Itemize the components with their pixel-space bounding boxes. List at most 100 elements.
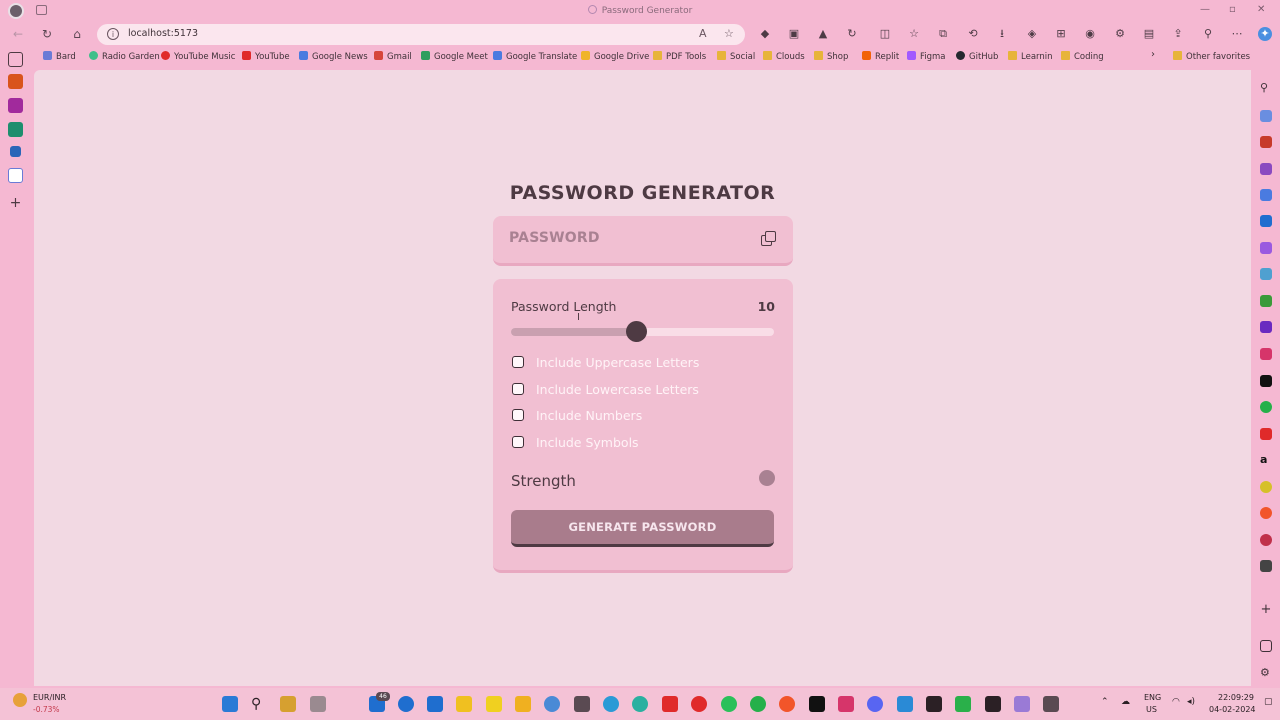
discord-icon[interactable] <box>8 168 23 183</box>
copy-icon[interactable] <box>761 231 777 247</box>
search-icon[interactable]: ⚲ <box>251 696 267 712</box>
add-icon[interactable]: + <box>8 196 23 211</box>
outlook-icon[interactable] <box>1260 215 1272 227</box>
extension-icon[interactable]: ▣ <box>787 27 801 41</box>
address-bar[interactable]: i localhost:5173 A ☆ <box>97 24 745 45</box>
tab-list-icon[interactable] <box>8 52 23 67</box>
share-icon[interactable]: ⇪ <box>1171 27 1185 41</box>
edge-icon[interactable] <box>603 696 619 712</box>
whatsapp-icon[interactable] <box>750 696 766 712</box>
minimize-icon[interactable]: — <box>1200 4 1210 15</box>
clock-time[interactable]: 22:09:29 <box>1218 693 1254 702</box>
notifications-icon[interactable]: ▢ <box>1264 697 1273 707</box>
other-favorites-folder[interactable]: Other favorites <box>1173 51 1250 62</box>
app-icon[interactable] <box>721 696 737 712</box>
ticker-name[interactable]: EUR/INR <box>33 693 66 702</box>
extension-icon[interactable]: ⚙ <box>1113 27 1127 41</box>
app-icon[interactable] <box>515 696 531 712</box>
app-icon[interactable] <box>1260 268 1272 280</box>
bookmark-folder[interactable]: Learnin <box>1008 51 1053 62</box>
wifi-icon[interactable]: ◠ <box>1172 697 1180 707</box>
app-icon[interactable] <box>1260 481 1272 493</box>
copilot-icon[interactable]: ✦ <box>1258 27 1272 41</box>
settings-gear-icon[interactable]: ⚙ <box>1260 667 1272 679</box>
tiktok-icon[interactable] <box>809 696 825 712</box>
app-icon[interactable] <box>1043 696 1059 712</box>
app-icon[interactable] <box>1260 242 1272 254</box>
bookmark-folder[interactable]: Coding <box>1061 51 1104 62</box>
history-icon[interactable]: ⟲ <box>966 27 980 41</box>
instagram-icon[interactable] <box>838 696 854 712</box>
start-icon[interactable] <box>222 696 238 712</box>
collections-icon[interactable]: ⧉ <box>936 27 950 41</box>
sidebar-toggle-icon[interactable] <box>1260 640 1272 652</box>
instagram-icon[interactable] <box>1260 348 1272 360</box>
bookmark-item[interactable]: Google Drive <box>581 51 649 62</box>
generate-password-button[interactable]: GENERATE PASSWORD <box>511 510 774 547</box>
volume-icon[interactable]: ◂) <box>1187 697 1195 707</box>
app-icon[interactable] <box>544 696 560 712</box>
youtube-icon[interactable] <box>662 696 678 712</box>
youtube-icon[interactable] <box>1260 428 1272 440</box>
url-text[interactable]: localhost:5173 <box>128 28 198 39</box>
bookmark-folder[interactable]: Clouds <box>763 51 805 62</box>
app-icon[interactable] <box>1260 136 1272 148</box>
favorite-star-icon[interactable]: ☆ <box>724 27 734 40</box>
extension-icon[interactable]: ▲ <box>816 27 830 41</box>
extensions-icon[interactable]: ⊞ <box>1054 27 1068 41</box>
app-icon[interactable] <box>1260 189 1272 201</box>
downloads-icon[interactable]: ⭳ <box>995 27 1009 41</box>
app-icon[interactable] <box>280 696 296 712</box>
slider-thumb[interactable] <box>625 321 647 342</box>
bookmark-item[interactable]: Replit <box>862 51 899 62</box>
chatgpt-icon[interactable] <box>1260 560 1272 572</box>
numbers-checkbox[interactable] <box>512 409 524 421</box>
onenote-icon[interactable] <box>1260 321 1272 333</box>
bookmark-folder[interactable]: PDF Tools <box>653 51 706 62</box>
app-icon[interactable] <box>574 696 590 712</box>
youtube-music-icon[interactable] <box>691 696 707 712</box>
bookmark-item[interactable]: Gmail <box>374 51 412 62</box>
add-icon[interactable]: + <box>1260 603 1272 616</box>
vscode-icon[interactable] <box>897 696 913 712</box>
refresh-icon[interactable]: ↻ <box>39 26 55 42</box>
app-icon[interactable] <box>1260 110 1272 122</box>
reddit-icon[interactable] <box>1260 507 1272 519</box>
bookmark-folder[interactable]: Social <box>717 51 755 62</box>
favorites-icon[interactable]: ☆ <box>907 27 921 41</box>
tray-chevron-up-icon[interactable]: ⌃ <box>1101 697 1109 707</box>
amazon-icon[interactable]: a <box>1260 454 1272 466</box>
close-icon[interactable]: ✕ <box>1257 4 1265 15</box>
outlook-icon[interactable] <box>427 696 443 712</box>
extension-icon[interactable]: ⚲ <box>1201 27 1215 41</box>
terminal-icon[interactable] <box>926 696 942 712</box>
sticky-notes-icon[interactable] <box>486 696 502 712</box>
app-icon[interactable] <box>398 696 414 712</box>
length-slider[interactable] <box>511 321 774 342</box>
maximize-icon[interactable]: ▫ <box>1229 4 1236 15</box>
search-icon[interactable]: ⚲ <box>1260 82 1272 94</box>
whatsapp-icon[interactable] <box>1260 401 1272 413</box>
bookmark-item[interactable]: GitHub <box>956 51 998 62</box>
read-aloud-icon[interactable]: A <box>699 27 707 40</box>
bookmark-item[interactable]: Radio Garden <box>89 51 160 62</box>
back-icon[interactable]: ← <box>10 26 26 42</box>
extension-icon[interactable]: ◈ <box>1025 27 1039 41</box>
more-menu-icon[interactable]: ⋯ <box>1230 27 1244 41</box>
bookmark-item[interactable]: Figma <box>907 51 946 62</box>
split-screen-icon[interactable]: ◫ <box>878 27 892 41</box>
app-icon[interactable] <box>1260 163 1272 175</box>
bookmark-item[interactable]: Google Translate <box>493 51 577 62</box>
file-explorer-icon[interactable] <box>456 696 472 712</box>
app-icon[interactable] <box>8 122 23 137</box>
reddit-icon[interactable] <box>779 696 795 712</box>
x-icon[interactable] <box>1260 375 1272 387</box>
chevron-right-icon[interactable]: › <box>1151 49 1155 60</box>
symbols-checkbox[interactable] <box>512 436 524 448</box>
language-indicator[interactable]: ENG <box>1144 693 1161 702</box>
bookmark-item[interactable]: Google News <box>299 51 368 62</box>
linkedin-icon[interactable] <box>10 146 21 157</box>
app-icon[interactable] <box>8 98 23 113</box>
extension-icon[interactable]: ↻ <box>845 27 859 41</box>
task-view-icon[interactable] <box>310 696 326 712</box>
